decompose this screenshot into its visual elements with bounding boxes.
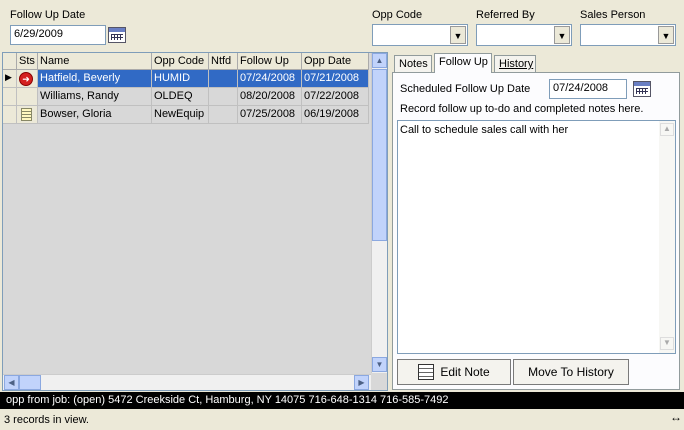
cell-ntfd [209, 106, 238, 124]
stop-arrow-icon: ➜ [17, 70, 38, 88]
scroll-up-icon[interactable]: ▲ [372, 53, 387, 68]
cell-name: Bowser, Gloria [38, 106, 152, 124]
referred-by-label: Referred By [476, 9, 535, 21]
scroll-up-icon[interactable]: ▲ [660, 123, 674, 136]
calendar-icon[interactable] [108, 27, 126, 43]
calendar-icon[interactable] [633, 81, 651, 97]
column-header-opp-date[interactable]: Opp Date [302, 53, 369, 70]
cell-opp-code: NewEquip [152, 106, 209, 124]
cell-name: Williams, Randy [38, 88, 152, 106]
grid-vertical-scrollbar[interactable]: ▲ ▼ [371, 53, 387, 373]
opp-code-select[interactable]: ▼ [372, 24, 468, 46]
table-row[interactable]: Bowser, Gloria NewEquip 07/25/2008 06/19… [3, 106, 369, 124]
scheduled-follow-up-label: Scheduled Follow Up Date [400, 83, 531, 95]
cell-sts [17, 88, 38, 106]
row-indicator [3, 106, 17, 124]
cell-opp-date: 07/21/2008 [302, 70, 369, 88]
referred-by-select[interactable]: ▼ [476, 24, 572, 46]
scroll-right-icon[interactable]: ▶ [354, 375, 369, 390]
column-header-ntfd[interactable]: Ntfd [209, 53, 238, 70]
row-pointer-icon: ▶ [3, 70, 17, 88]
sales-person-select[interactable]: ▼ [580, 24, 676, 46]
cell-ntfd [209, 88, 238, 106]
grid-horizontal-scrollbar[interactable]: ◀ ▶ [3, 374, 371, 390]
cell-follow-up: 07/24/2008 [238, 70, 302, 88]
cell-opp-date: 06/19/2008 [302, 106, 369, 124]
sales-person-label: Sales Person [580, 9, 646, 21]
edit-note-icon [418, 364, 435, 380]
table-row[interactable]: ▶ ➜ Hatfield, Beverly HUMID 07/24/2008 0… [3, 70, 369, 88]
edit-note-label: Edit Note [440, 365, 490, 379]
column-header-sts[interactable]: Sts [17, 53, 38, 70]
edit-note-button[interactable]: Edit Note [397, 359, 511, 385]
table-row[interactable]: Williams, Randy OLDEQ 08/20/2008 07/22/2… [3, 88, 369, 106]
instruction-text: Record follow up to-do and completed not… [400, 103, 644, 115]
note-icon [17, 106, 38, 124]
cell-opp-code: OLDEQ [152, 88, 209, 106]
resize-arrows-icon[interactable]: ↔ [670, 410, 682, 424]
chevron-down-icon[interactable]: ▼ [658, 26, 674, 44]
scheduled-follow-up-input[interactable]: 07/24/2008 [549, 79, 627, 99]
column-header-follow-up[interactable]: Follow Up [238, 53, 302, 70]
column-header-name[interactable]: Name [38, 53, 152, 70]
status-bar: opp from job: (open) 5472 Creekside Ct, … [0, 392, 684, 409]
column-header-opp-code[interactable]: Opp Code [152, 53, 209, 70]
row-indicator-header [3, 53, 17, 70]
opportunity-grid: Sts Name Opp Code Ntfd Follow Up Opp Dat… [2, 52, 388, 391]
cell-name: Hatfield, Beverly [38, 70, 152, 88]
scroll-down-icon[interactable]: ▼ [660, 337, 674, 350]
scroll-thumb[interactable] [372, 69, 387, 241]
cell-opp-code: HUMID [152, 70, 209, 88]
follow-up-date-label: Follow Up Date [10, 9, 86, 21]
note-text: Call to schedule sales call with her [400, 124, 569, 136]
chevron-down-icon[interactable]: ▼ [554, 26, 570, 44]
row-indicator [3, 88, 17, 106]
cell-follow-up: 08/20/2008 [238, 88, 302, 106]
opp-code-label: Opp Code [372, 9, 423, 21]
follow-up-date-input[interactable]: 6/29/2009 [10, 25, 106, 45]
follow-up-note-textarea[interactable]: Call to schedule sales call with her ▲ ▼ [397, 120, 676, 354]
tab-follow-up[interactable]: Follow Up [434, 53, 492, 73]
chevron-down-icon[interactable]: ▼ [450, 26, 466, 44]
scroll-thumb[interactable] [19, 375, 41, 390]
follow-up-panel: Scheduled Follow Up Date 07/24/2008 Reco… [392, 72, 680, 390]
scroll-down-icon[interactable]: ▼ [372, 357, 387, 372]
cell-follow-up: 07/25/2008 [238, 106, 302, 124]
cell-ntfd [209, 70, 238, 88]
note-vertical-scrollbar[interactable]: ▲ ▼ [659, 121, 675, 353]
move-to-history-button[interactable]: Move To History [513, 359, 629, 385]
tab-notes[interactable]: Notes [394, 55, 432, 73]
record-count: 3 records in view. [4, 414, 89, 426]
cell-opp-date: 07/22/2008 [302, 88, 369, 106]
scroll-left-icon[interactable]: ◀ [4, 375, 19, 390]
tab-history[interactable]: History [494, 55, 536, 73]
